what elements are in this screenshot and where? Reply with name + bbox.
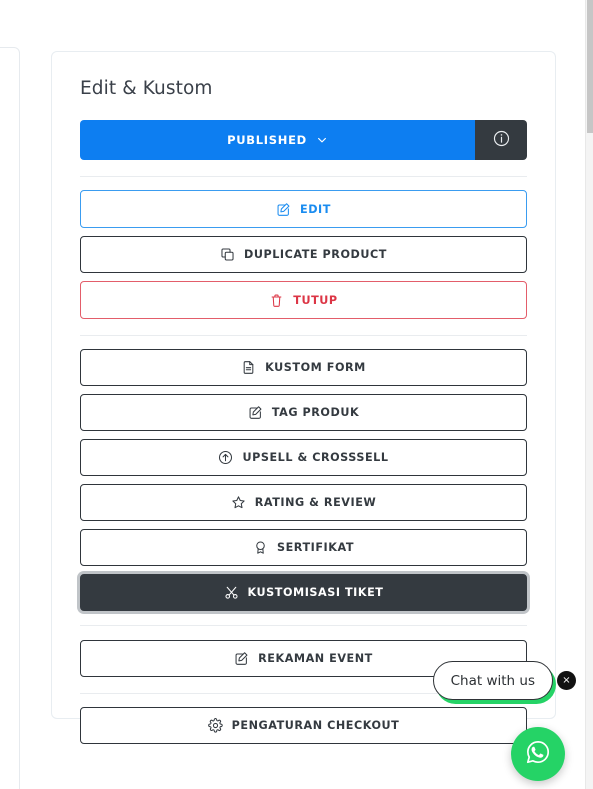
tutup-button[interactable]: TUTUP (80, 281, 527, 320)
pengaturan-checkout-button[interactable]: PENGATURAN CHECKOUT (80, 707, 527, 745)
upsell-crosssell-button[interactable]: UPSELL & CROSSSELL (80, 439, 527, 477)
arrow-up-circle-icon (218, 450, 233, 465)
divider-before-rekaman (80, 625, 527, 627)
chat-with-us-label: Chat with us (450, 672, 535, 689)
award-icon (253, 540, 268, 555)
divider-middle (80, 335, 527, 337)
close-icon-glyph: × (562, 674, 571, 686)
scrollbar-thumb[interactable] (587, 0, 593, 133)
edit-button-label: EDIT (300, 202, 331, 216)
published-status-label: PUBLISHED (227, 133, 307, 148)
page-viewport: Edit & Kustom PUBLISHED EDIT DUPLICATE P… (0, 0, 585, 789)
kustomisasi-tiket-label: KUSTOMISASI TIKET (247, 586, 384, 600)
status-row: PUBLISHED (80, 120, 527, 161)
trash-icon (269, 293, 284, 308)
pengaturan-checkout-label: PENGATURAN CHECKOUT (231, 719, 400, 733)
kustom-form-label: KUSTOM FORM (265, 361, 366, 375)
rating-review-label: RATING & REVIEW (254, 496, 377, 510)
rating-review-button[interactable]: RATING & REVIEW (80, 484, 527, 522)
gear-icon (207, 718, 223, 733)
page-scrollbar[interactable] (585, 0, 593, 789)
close-icon[interactable]: × (557, 671, 576, 690)
document-icon (241, 360, 256, 375)
upsell-crosssell-label: UPSELL & CROSSSELL (242, 451, 389, 465)
chevron-down-icon (316, 134, 328, 146)
info-circle-icon (493, 130, 510, 150)
feature-actions-group: KUSTOM FORM TAG PRODUK UPSELL & CROSSSEL… (80, 349, 527, 678)
primary-actions-group: EDIT DUPLICATE PRODUCT TUTUP (80, 190, 527, 320)
duplicate-product-button[interactable]: DUPLICATE PRODUCT (80, 236, 527, 274)
tag-produk-button[interactable]: TAG PRODUK (80, 394, 527, 432)
edit-button[interactable]: EDIT (80, 190, 527, 229)
checkout-actions-group: PENGATURAN CHECKOUT (80, 707, 527, 745)
kustomisasi-tiket-button[interactable]: KUSTOMISASI TIKET (80, 574, 527, 612)
pencil-square-icon (276, 202, 291, 217)
background-panel (0, 47, 20, 789)
published-status-button[interactable]: PUBLISHED (80, 120, 475, 161)
sertifikat-button[interactable]: SERTIFIKAT (80, 529, 527, 567)
rekaman-event-label: REKAMAN EVENT (258, 652, 373, 666)
page-title: Edit & Kustom (80, 78, 213, 99)
whatsapp-icon (523, 737, 553, 771)
card-body: PUBLISHED EDIT DUPLICATE PRODUCT TUTUP K… (52, 120, 555, 745)
chat-with-us-bubble[interactable]: Chat with us (432, 661, 553, 700)
kustom-form-button[interactable]: KUSTOM FORM (80, 349, 527, 387)
copy-icon (220, 247, 235, 262)
tutup-button-label: TUTUP (293, 293, 338, 307)
whatsapp-fab-button[interactable] (511, 727, 565, 781)
divider-top (80, 176, 527, 178)
tag-produk-label: TAG PRODUK (271, 406, 360, 420)
pencil-square-icon (248, 405, 263, 420)
sertifikat-label: SERTIFIKAT (277, 541, 354, 555)
scissors-icon (224, 585, 239, 600)
info-button[interactable] (475, 120, 527, 161)
pencil-square-icon (234, 651, 249, 666)
duplicate-product-label: DUPLICATE PRODUCT (244, 248, 387, 262)
edit-kustom-card: Edit & Kustom PUBLISHED EDIT DUPLICATE P… (51, 51, 556, 745)
star-icon (231, 495, 246, 510)
